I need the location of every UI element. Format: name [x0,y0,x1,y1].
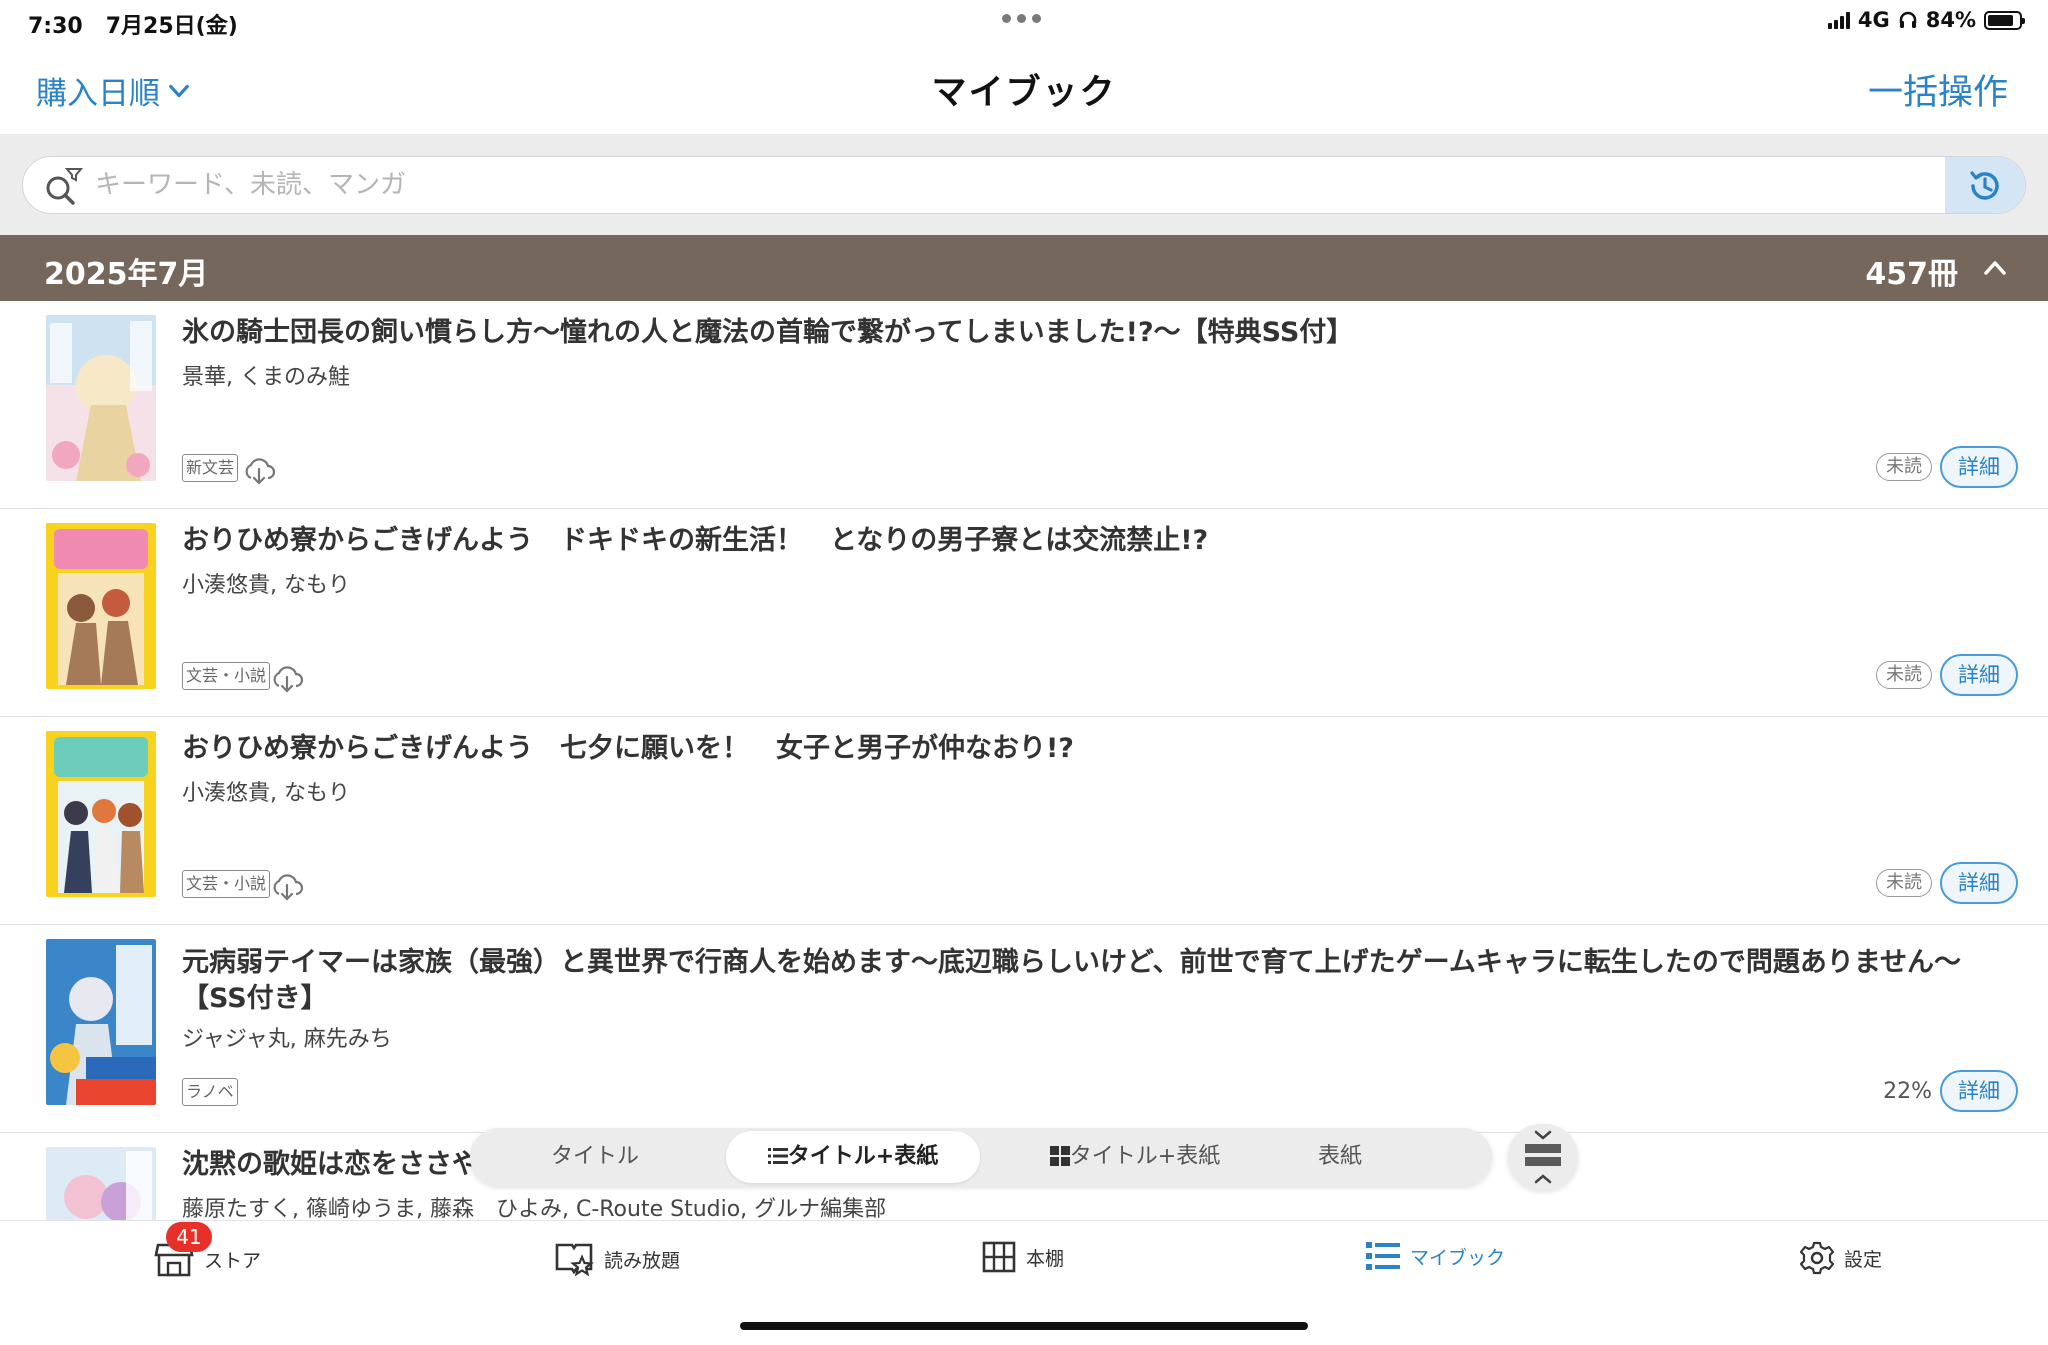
view-option-grid-cover[interactable]: タイトル+表紙 [1008,1131,1262,1183]
book-title: おりひめ寮からごきげんよう 七夕に願いを！ 女子と男子が仲なおり!? [182,733,1074,764]
section-header[interactable]: 2025年7月 457冊 [0,235,2048,301]
tab-settings-label: 設定 [1844,1248,1883,1271]
tab-settings[interactable]: 設定 [1800,1241,1882,1275]
unread-badge: 未読 [1876,869,1932,897]
list-icon [767,1148,788,1164]
tab-unlimited[interactable]: 読み放題 [554,1241,680,1277]
cloud-download-icon[interactable] [242,456,276,486]
search-box [22,156,2026,214]
tab-bookshelf-label: 本棚 [1026,1247,1065,1270]
book-row[interactable]: 氷の騎士団長の飼い慣らし方〜憧れの人と魔法の首輪で繋がってしまいました!?〜【特… [0,301,2048,509]
book-title: おりひめ寮からごきげんよう ドキドキの新生活！ となりの男子寮とは交流禁止!? [182,525,1209,556]
battery-icon [1984,10,2025,30]
tab-mybook-label: マイブック [1410,1246,1506,1269]
view-option-title-only[interactable]: タイトル [510,1131,680,1183]
gear-icon [1800,1241,1834,1275]
detail-button[interactable]: 詳細 [1940,1070,2018,1112]
network-type: 4G [1857,8,1890,32]
book-title: 元病弱テイマーは家族（最強）と異世界で行商人を始めます〜底辺職らしいけど、前世で… [182,947,1962,1014]
book-author: 小湊悠貴, なもり [182,573,350,598]
book-row[interactable]: おりひめ寮からごきげんよう ドキドキの新生活！ となりの男子寮とは交流禁止!? … [0,509,2048,717]
book-author: ジャジャ丸, 麻先みち [182,1027,392,1052]
headphones-icon [1899,11,1916,28]
genre-tag: ラノベ [182,1078,238,1106]
status-indicators: 4G 84% [1827,8,2025,32]
compact-toggle-button[interactable] [1508,1124,1578,1190]
book-cover [46,523,156,689]
detail-button[interactable]: 詳細 [1940,446,2018,488]
genre-tag: 文芸・小説 [182,662,271,690]
book-title: 氷の騎士団長の飼い慣らし方〜憧れの人と魔法の首輪で繋がってしまいました!?〜【特… [182,317,1354,348]
view-option-cover-only[interactable]: 表紙 [1270,1131,1410,1183]
detail-button[interactable]: 詳細 [1940,654,2018,696]
status-time: 7:30 7月25日(金) [28,14,238,39]
book-cover [46,315,156,481]
view-option-list-cover[interactable]: タイトル+表紙 [726,1131,980,1183]
search-filter-icon[interactable] [43,167,83,205]
book-row[interactable]: 元病弱テイマーは家族（最強）と異世界で行商人を始めます〜底辺職らしいけど、前世で… [0,925,2048,1133]
tab-store-label: ストア [204,1249,262,1272]
store-notification-badge: 41 [166,1222,212,1252]
genre-tag: 文芸・小説 [182,870,271,898]
list-icon [1366,1242,1400,1270]
chevron-up-icon[interactable] [1982,255,2008,281]
search-history-button[interactable] [1945,157,2025,213]
bulk-action-button[interactable]: 一括操作 [1868,64,2008,115]
cellular-signal-icon [1827,11,1850,29]
expand-collapse-icon [1525,1130,1561,1184]
tab-mybook[interactable]: マイブック [1366,1241,1505,1271]
section-count: 457冊 [1865,257,1958,292]
view-mode-switcher: タイトル タイトル+表紙 タイトル+表紙 表紙 [470,1128,1492,1186]
history-clock-icon [1970,171,1999,200]
bookshelf-icon [982,1241,1016,1273]
tab-unlimited-label: 読み放題 [604,1249,681,1272]
genre-tag: 新文芸 [182,454,239,482]
book-list: 氷の騎士団長の飼い慣らし方〜憧れの人と魔法の首輪で繋がってしまいました!?〜【特… [0,301,2048,1233]
battery-percent: 84% [1925,8,1976,32]
search-input[interactable] [95,157,1945,213]
cloud-download-icon[interactable] [270,664,304,694]
page-title: マイブック [931,73,1117,113]
book-author: 藤原たすく, 篠崎ゆうま, 藤森 ひよみ, C-Route Studio, グル… [182,1197,887,1222]
status-date: 7月25日(金) [105,14,238,39]
search-area [0,134,2048,235]
unread-badge: 未読 [1876,453,1932,481]
book-cover [46,731,156,897]
book-author: 小湊悠貴, なもり [182,781,350,806]
book-star-icon [555,1243,594,1277]
book-row[interactable]: おりひめ寮からごきげんよう 七夕に願いを！ 女子と男子が仲なおり!? 小湊悠貴,… [0,717,2048,925]
status-bar: 7:30 7月25日(金) 4G 84% [0,0,2048,44]
tab-bookshelf[interactable]: 本棚 [982,1241,1064,1273]
section-title: 2025年7月 [44,257,209,292]
detail-button[interactable]: 詳細 [1940,862,2018,904]
nav-header: 購入日順 マイブック 一括操作 [0,44,2048,134]
grid-icon [1049,1146,1070,1166]
book-author: 景華, くまのみ鮭 [182,365,350,390]
home-indicator[interactable] [740,1322,1308,1330]
multitask-dots-icon[interactable] [1002,14,1041,23]
unread-badge: 未読 [1876,661,1932,689]
book-cover [46,939,156,1105]
reading-progress: 22% [1883,1079,1932,1104]
cloud-download-icon[interactable] [270,872,304,902]
